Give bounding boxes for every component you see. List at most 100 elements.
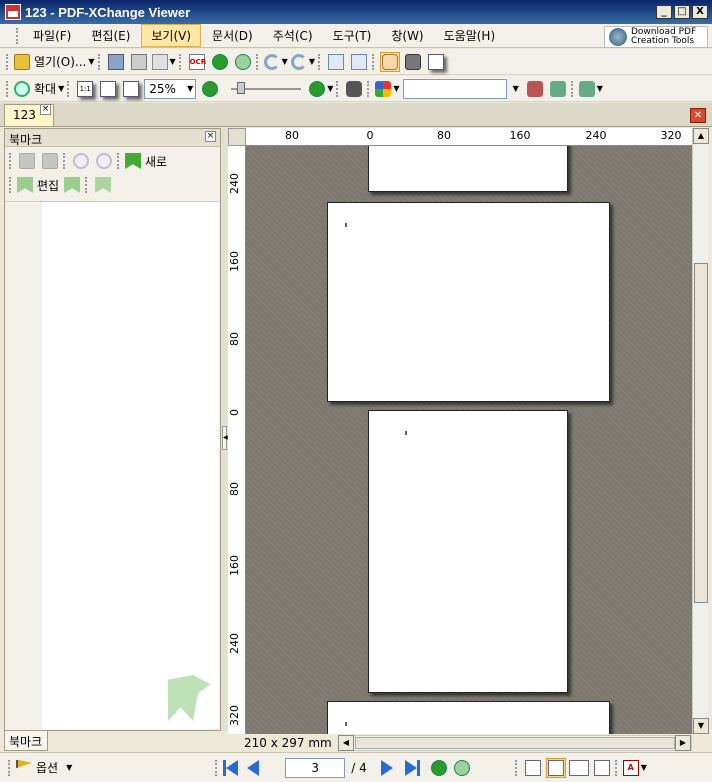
typewriter-button[interactable]: ▼ <box>578 79 603 99</box>
history-forward-button[interactable] <box>452 758 472 778</box>
previous-page-icon[interactable] <box>247 759 263 776</box>
web-search-engine-button[interactable]: ▼ <box>375 79 400 99</box>
grip-icon[interactable] <box>9 153 13 169</box>
grip-icon[interactable] <box>367 80 371 97</box>
grip-icon[interactable] <box>117 153 121 169</box>
scroll-down-icon[interactable]: ▼ <box>693 718 709 734</box>
find-button[interactable] <box>344 79 364 99</box>
fit-width-button[interactable] <box>121 79 141 99</box>
history-back-button[interactable] <box>429 758 449 778</box>
select-tool-button[interactable]: ▼ <box>426 52 446 72</box>
redo-button[interactable]: ▼ <box>290 52 315 72</box>
menu-edit[interactable]: 편집(E) <box>82 25 139 46</box>
undo-button[interactable]: ▼ <box>263 52 288 72</box>
open-button[interactable]: 열기(O)... ▼ <box>14 52 95 72</box>
rotate-right-button[interactable] <box>349 52 369 72</box>
first-page-icon[interactable] <box>223 759 239 776</box>
chevron-down-icon[interactable]: ▼ <box>597 84 603 93</box>
download-pdf-tools-button[interactable]: Download PDF Creation Tools <box>604 26 708 48</box>
grip-icon[interactable] <box>570 80 575 97</box>
document-canvas[interactable] <box>246 146 692 734</box>
grip-icon[interactable] <box>178 53 183 70</box>
zoom-tool-button[interactable]: 확대 ▼ <box>14 79 64 99</box>
chevron-down-icon[interactable]: ▼ <box>282 57 288 66</box>
grip-icon[interactable] <box>371 53 376 70</box>
zoom-slider[interactable] <box>231 81 302 94</box>
options-button[interactable]: 옵션 ▼ <box>16 758 72 778</box>
current-page-input[interactable]: 3 <box>285 757 346 778</box>
ocr-button[interactable]: OCR <box>187 52 207 72</box>
menu-view[interactable]: 보기(V) <box>141 24 202 47</box>
page-4[interactable] <box>327 701 610 734</box>
chevron-down-icon[interactable]: ▼ <box>393 84 399 93</box>
zoom-slider-handle[interactable] <box>237 81 246 94</box>
next-page-icon[interactable] <box>380 759 397 776</box>
collapse-panel-icon[interactable]: ◀ <box>222 426 228 450</box>
document-tab[interactable]: 123 × <box>4 104 54 126</box>
close-panel-icon[interactable]: × <box>205 131 216 142</box>
grip-icon[interactable] <box>255 53 260 70</box>
grip-icon[interactable] <box>215 759 219 776</box>
highlight-button[interactable] <box>548 79 568 99</box>
stamp-button[interactable] <box>525 79 545 99</box>
bookmark-properties-button[interactable] <box>93 175 113 195</box>
grip-icon[interactable] <box>97 53 102 70</box>
grip-icon[interactable] <box>67 80 71 97</box>
bookmark-zoom-out-button[interactable] <box>94 151 114 171</box>
continuous-button[interactable] <box>545 757 566 778</box>
grip-icon[interactable] <box>9 177 13 193</box>
chevron-down-icon[interactable]: ▼ <box>66 763 72 772</box>
bookmarks-panel-tab[interactable]: 북마크 <box>4 731 48 751</box>
save-button[interactable] <box>106 52 126 72</box>
horizontal-scroll-thumb[interactable] <box>355 737 675 749</box>
page-1[interactable] <box>368 146 568 192</box>
chevron-down-icon[interactable]: ▼ <box>88 57 94 66</box>
new-bookmark-button[interactable]: 새로 <box>125 151 167 171</box>
facing-button[interactable] <box>568 758 589 778</box>
last-page-icon[interactable] <box>404 759 421 776</box>
vertical-scrollbar[interactable]: ▲ ▼ <box>692 128 709 734</box>
forward-button[interactable] <box>233 52 253 72</box>
close-tab-icon[interactable]: × <box>40 104 51 115</box>
chevron-down-icon[interactable]: ▼ <box>170 57 176 66</box>
grip-icon[interactable] <box>8 759 12 776</box>
bookmarks-tree[interactable] <box>6 201 219 729</box>
collapse-bookmarks-button[interactable] <box>40 151 60 171</box>
menu-help[interactable]: 도움말(H) <box>435 25 505 46</box>
chevron-down-icon[interactable]: ▼ <box>58 84 64 93</box>
chevron-down-icon[interactable]: ▼ <box>327 84 333 93</box>
chevron-down-icon[interactable]: ▼ <box>641 763 647 772</box>
panel-splitter[interactable]: ◀ <box>221 128 228 731</box>
zoom-in-button[interactable]: ▼ <box>309 79 333 99</box>
close-button[interactable]: X <box>692 5 708 19</box>
close-document-icon[interactable]: ✕ <box>690 108 706 123</box>
grip-icon[interactable] <box>614 759 619 776</box>
hand-tool-button[interactable] <box>379 51 400 72</box>
grip-icon[interactable] <box>336 80 340 97</box>
grip-icon[interactable] <box>514 759 519 776</box>
grip-icon[interactable] <box>63 153 67 169</box>
chevron-down-icon[interactable]: ▼ <box>309 57 315 66</box>
menu-comments[interactable]: 주석(C) <box>264 25 322 46</box>
page-3[interactable] <box>368 410 568 693</box>
grip-icon[interactable] <box>6 80 10 97</box>
grip-icon[interactable] <box>85 177 89 193</box>
maximize-button[interactable]: □ <box>674 5 690 19</box>
actual-size-button[interactable]: 1:1 <box>75 79 95 99</box>
web-search-input[interactable] <box>402 78 507 99</box>
grip-icon[interactable] <box>317 53 322 70</box>
grip-icon[interactable] <box>16 27 20 44</box>
scroll-right-icon[interactable]: ▶ <box>675 735 691 751</box>
pdf-tools-button[interactable]: A ▼ <box>622 758 647 778</box>
print-button[interactable] <box>129 52 149 72</box>
email-button[interactable]: ▼ <box>151 52 176 72</box>
menu-document[interactable]: 문서(D) <box>203 25 262 46</box>
chevron-down-icon[interactable]: ▼ <box>513 84 519 93</box>
vertical-scroll-thumb[interactable] <box>694 263 708 603</box>
edit-bookmark-button[interactable]: 편집 <box>17 175 59 195</box>
zoom-level-select[interactable]: 25% ▼ <box>144 78 197 99</box>
back-button[interactable] <box>210 52 230 72</box>
scroll-up-icon[interactable]: ▲ <box>693 128 709 144</box>
horizontal-scrollbar[interactable]: ◀ ▶ <box>338 735 692 751</box>
bookmark-zoom-in-button[interactable] <box>71 151 91 171</box>
